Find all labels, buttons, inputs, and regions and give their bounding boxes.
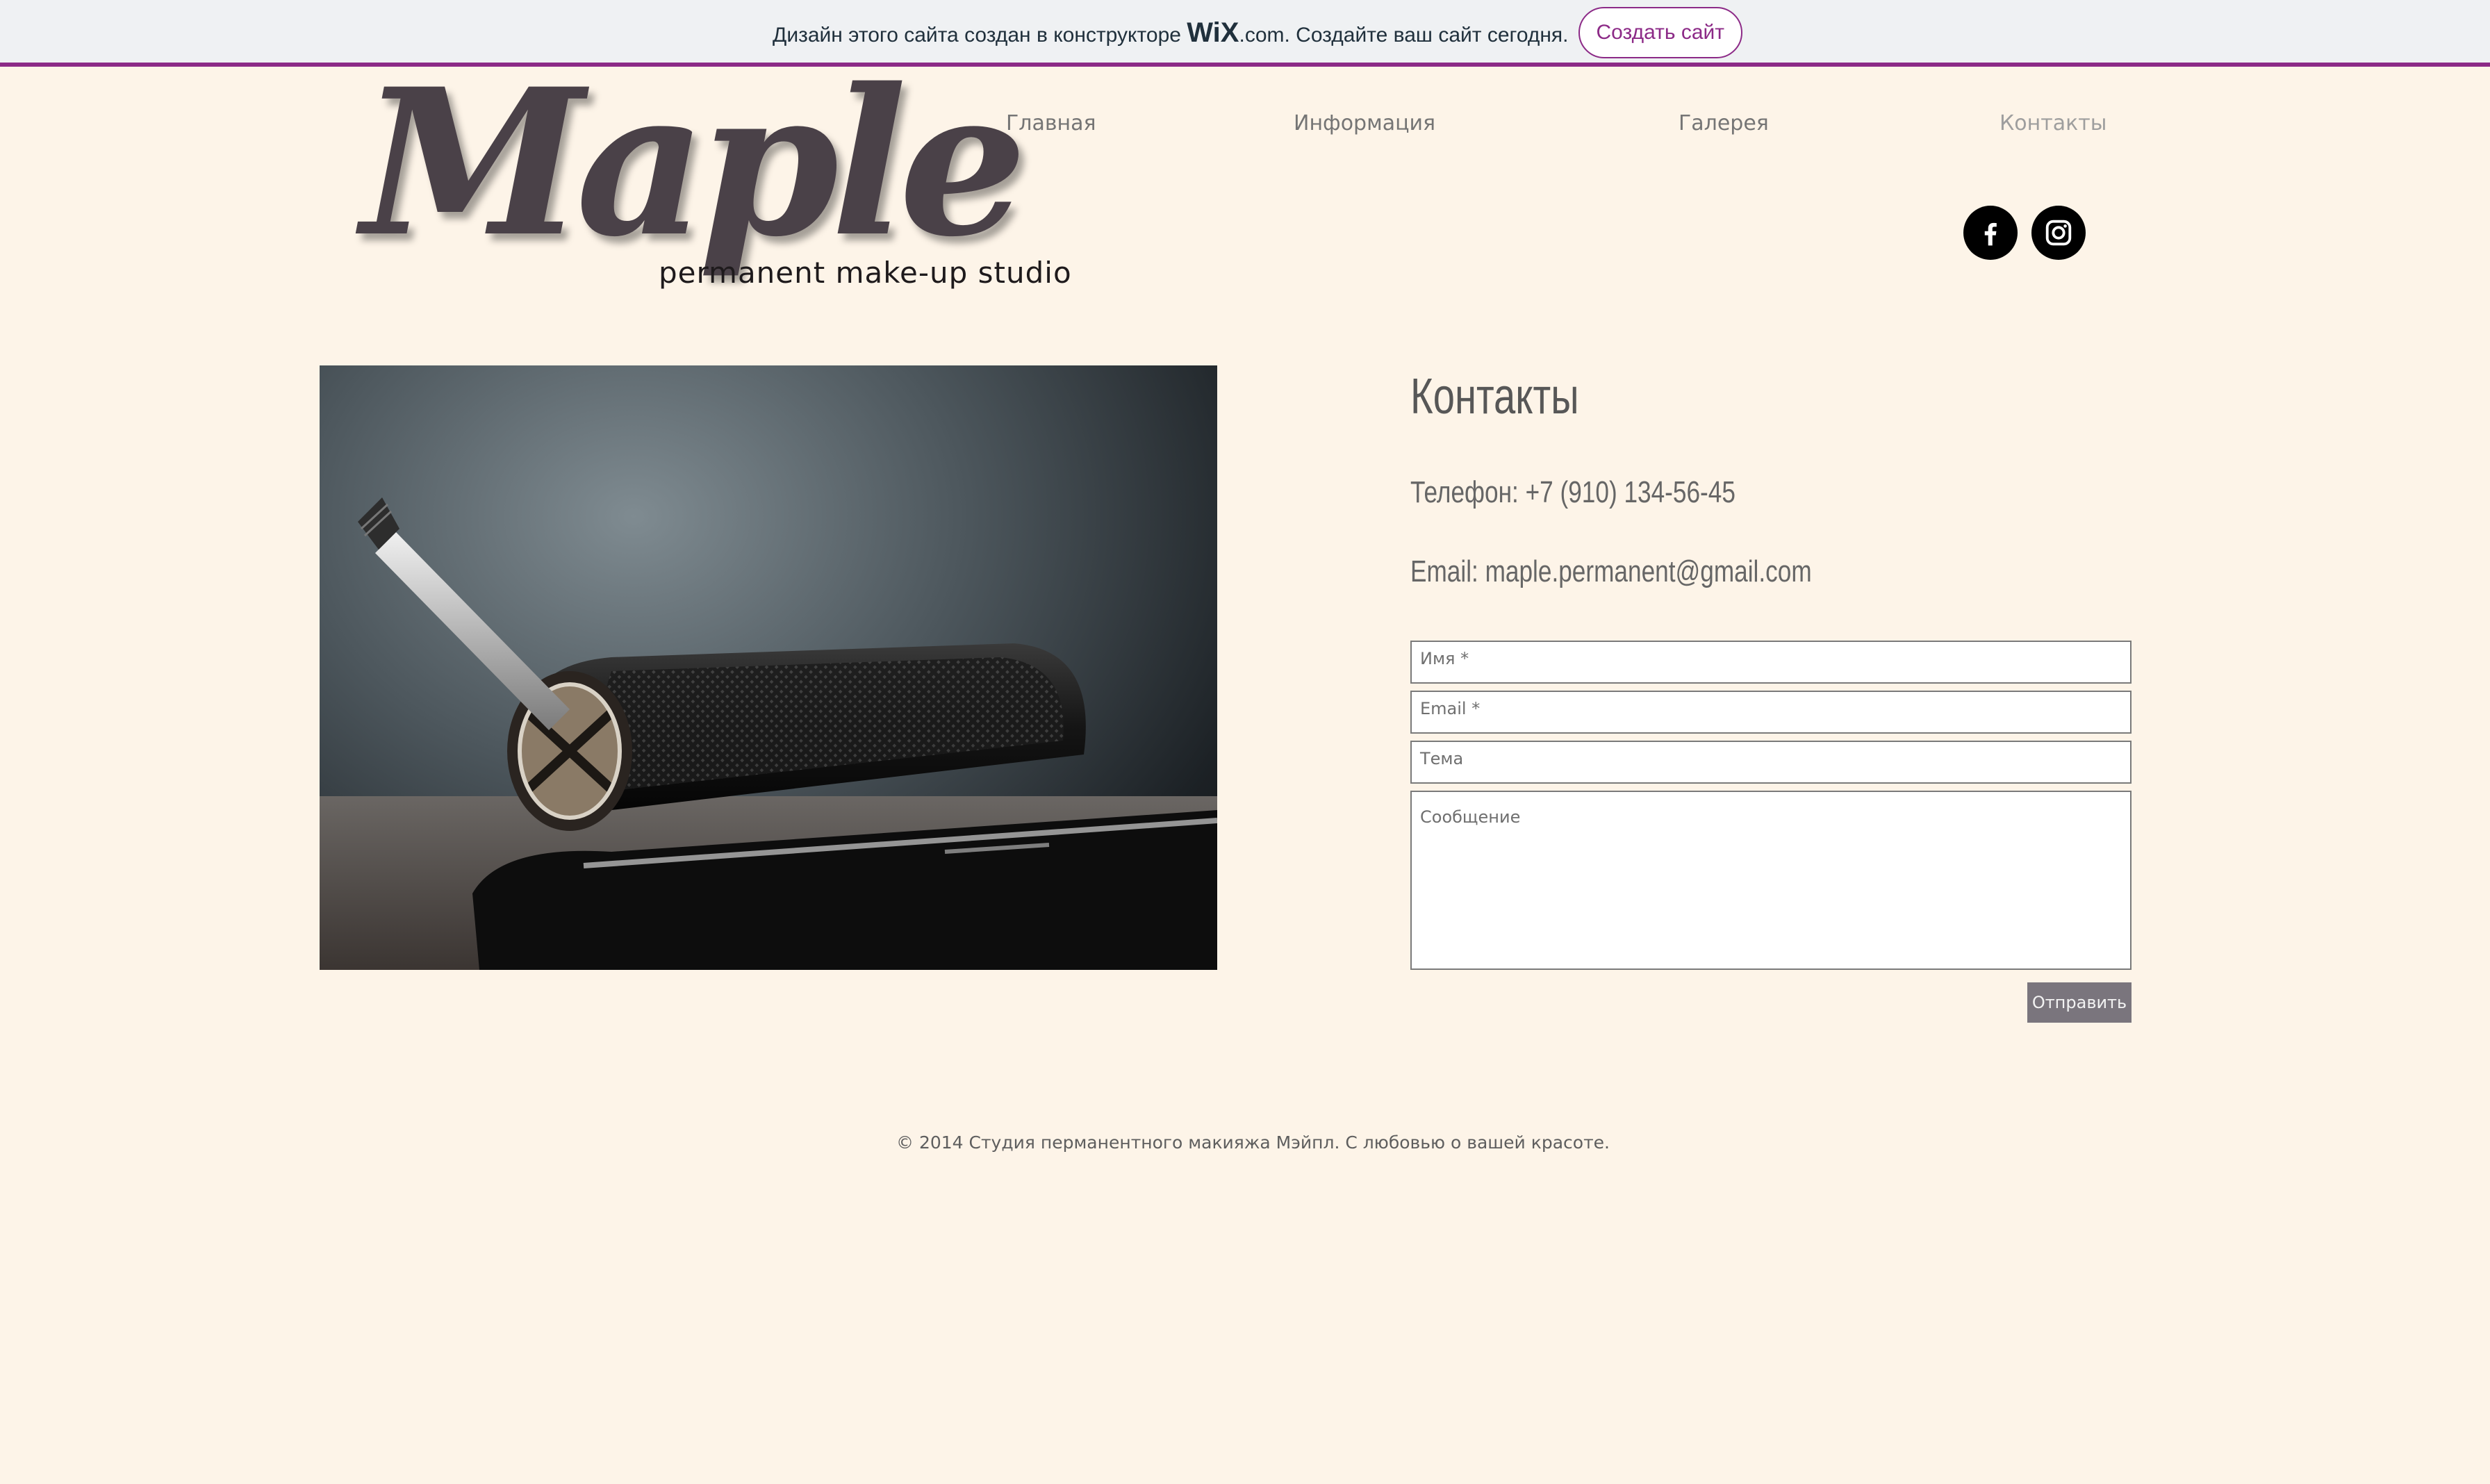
nav-item-gallery[interactable]: Галерея: [1679, 111, 1769, 135]
email-field-placeholder: Email *: [1420, 699, 1481, 718]
main-nav: Главная Информация Галерея Контакты: [0, 111, 2490, 146]
subject-field-placeholder: Тема: [1420, 749, 1464, 768]
send-button[interactable]: Отправить: [2027, 982, 2132, 1023]
wix-text-before: Дизайн этого сайта создан в конструкторе: [773, 23, 1187, 47]
nav-item-home[interactable]: Главная: [1006, 111, 1096, 135]
phone-text: Телефон: +7 (910) 134-56-45: [1410, 475, 1735, 509]
social-bar: [1963, 206, 2086, 260]
footer-copyright: © 2014 Студия перманентного макияжа Мэйп…: [896, 1132, 1610, 1153]
email-text[interactable]: Email: maple.permanent@gmail.com: [1410, 554, 1812, 589]
message-field[interactable]: Сообщение: [1410, 791, 2132, 970]
subject-field[interactable]: Тема: [1410, 741, 2132, 784]
logo-script: Maple: [361, 45, 1027, 281]
microblading-pen-photo: [320, 365, 1217, 970]
wix-text-after: .com. Создайте ваш сайт сегодня.: [1239, 23, 1569, 47]
wix-banner-text: Дизайн этого сайта создан в конструкторе…: [773, 17, 1569, 49]
message-field-placeholder: Сообщение: [1420, 807, 1521, 827]
wix-logo[interactable]: WiX: [1187, 17, 1239, 48]
instagram-icon[interactable]: [2031, 206, 2086, 260]
name-field-placeholder: Имя *: [1420, 649, 1469, 668]
nav-item-contacts[interactable]: Контакты: [2000, 111, 2106, 135]
contacts-title: Контакты: [1410, 369, 1579, 424]
facebook-icon[interactable]: [1963, 206, 2018, 260]
logo-tagline: permanent make-up studio: [659, 256, 1072, 290]
create-site-button[interactable]: Создать сайт: [1578, 7, 1743, 58]
name-field[interactable]: Имя *: [1410, 641, 2132, 684]
email-field[interactable]: Email *: [1410, 691, 2132, 734]
nav-item-info[interactable]: Информация: [1294, 111, 1435, 135]
